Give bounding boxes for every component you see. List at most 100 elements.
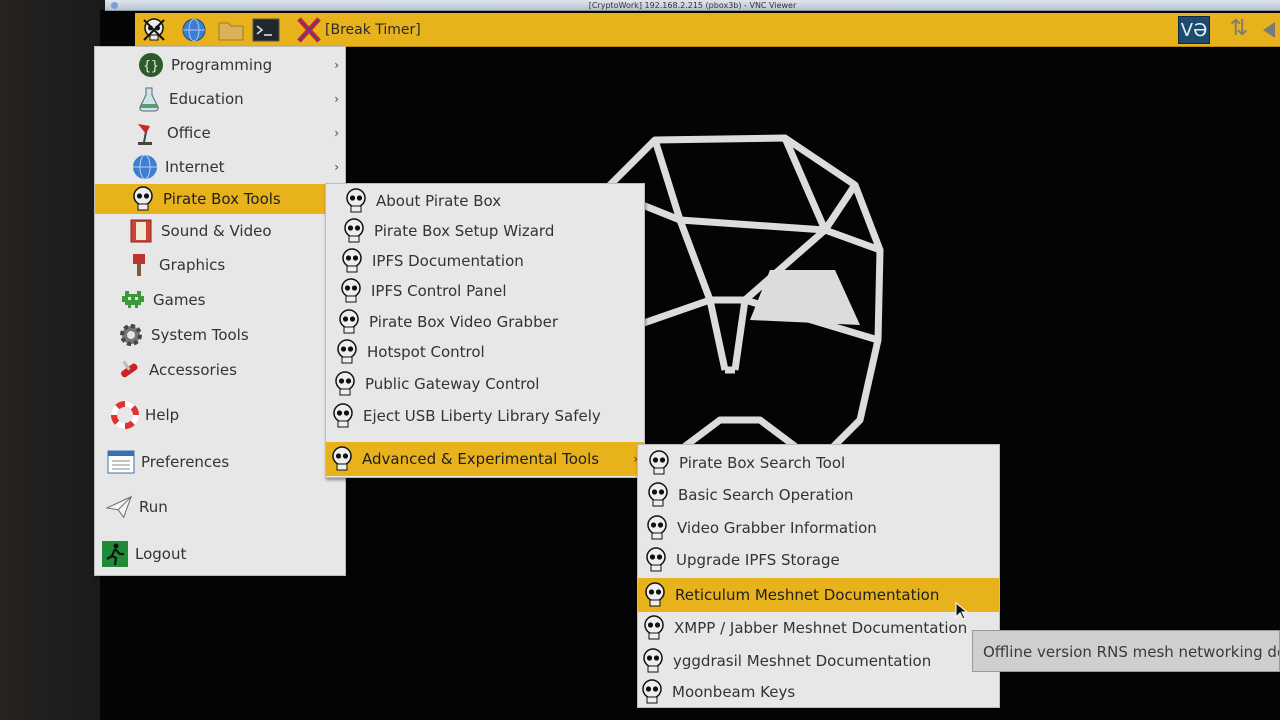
menu-item-label: Games xyxy=(153,291,206,309)
menu-item-label: Pirate Box Search Tool xyxy=(679,453,846,472)
skull-icon xyxy=(639,647,667,675)
skull-icon xyxy=(333,338,361,366)
menu-item-video-grabber[interactable]: Pirate Box Video Grabber xyxy=(326,307,644,337)
skull-icon xyxy=(641,581,669,609)
menu-item-moonbeam-keys[interactable]: Moonbeam Keys xyxy=(638,676,999,707)
chevron-right-icon: › xyxy=(334,126,339,140)
menu-item-run[interactable]: Run xyxy=(95,487,345,527)
taskbar: [Break Timer] VƏ ⇅ xyxy=(135,13,1280,47)
menu-item-logout[interactable]: Logout xyxy=(95,534,345,574)
network-sync-icon[interactable]: ⇅ xyxy=(1225,16,1253,44)
menu-item-label: Public Gateway Control xyxy=(365,375,540,393)
menu-item-label: Pirate Box Tools xyxy=(163,190,281,208)
menu-item-label: yggdrasil Meshnet Documentation xyxy=(673,651,932,670)
skull-icon xyxy=(335,308,363,336)
pirate-box-tools-menu: About Pirate Box Pirate Box Setup Wizard… xyxy=(325,183,645,478)
preferences-icon xyxy=(107,448,135,476)
film-icon xyxy=(127,217,155,245)
break-timer-x-icon[interactable] xyxy=(295,16,323,44)
globe-icon[interactable] xyxy=(180,16,208,44)
skull-icon xyxy=(342,187,370,215)
menu-item-upgrade-ipfs[interactable]: Upgrade IPFS Storage xyxy=(638,544,999,575)
menu-item-preferences[interactable]: Preferences› xyxy=(95,442,345,482)
chevron-right-icon: › xyxy=(334,160,339,174)
terminal-icon[interactable] xyxy=(252,16,280,44)
vnc-app-icon xyxy=(111,2,118,9)
break-timer-task[interactable]: [Break Timer] xyxy=(325,13,421,47)
menu-item-label: Office xyxy=(167,124,211,142)
menu-item-games[interactable]: Games› xyxy=(95,283,345,317)
menu-item-office[interactable]: Office › xyxy=(95,117,345,149)
programming-icon: {} xyxy=(137,51,165,79)
menu-item-label: Moonbeam Keys xyxy=(672,682,796,701)
skull-icon xyxy=(328,445,356,473)
menu-item-ipfs-documentation[interactable]: IPFS Documentation xyxy=(326,246,644,276)
menu-item-label: Programming xyxy=(171,56,273,74)
menu-item-label: Pirate Box Setup Wizard xyxy=(374,222,555,240)
volume-icon[interactable] xyxy=(1263,22,1275,38)
menu-item-label: Reticulum Meshnet Documentation xyxy=(675,586,940,604)
vnc-title-text: [CryptoWork] 192.168.2.215 (pbox3b) - VN… xyxy=(588,1,797,10)
menu-item-label: Help xyxy=(145,406,180,424)
vnc-title-bar: [CryptoWork] 192.168.2.215 (pbox3b) - VN… xyxy=(105,0,1280,11)
menu-item-setup-wizard[interactable]: Pirate Box Setup Wizard xyxy=(326,216,644,246)
skull-icon xyxy=(338,247,366,275)
menu-item-internet[interactable]: Internet › xyxy=(95,150,345,184)
menu-item-label: IPFS Control Panel xyxy=(371,282,507,300)
paintbrush-icon xyxy=(125,251,153,279)
menu-item-video-grabber-info[interactable]: Video Grabber Information xyxy=(638,512,999,543)
svg-text:{}: {} xyxy=(143,59,159,74)
menu-item-label: Education xyxy=(169,90,244,108)
globe-icon xyxy=(131,153,159,181)
menu-item-graphics[interactable]: Graphics› xyxy=(95,248,345,282)
menu-item-yggdrasil-docs[interactable]: yggdrasil Meshnet Documentation xyxy=(638,645,999,676)
skull-icon xyxy=(337,277,365,305)
menu-skull-icon[interactable] xyxy=(140,16,168,44)
menu-item-label: Sound & Video xyxy=(161,222,272,240)
paper-plane-icon xyxy=(105,493,133,521)
menu-item-xmpp-docs[interactable]: XMPP / Jabber Meshnet Documentation xyxy=(638,612,999,643)
menu-item-eject-usb[interactable]: Eject USB Liberty Library Safely xyxy=(326,401,644,431)
menu-item-label: System Tools xyxy=(151,326,249,344)
menu-item-label: Upgrade IPFS Storage xyxy=(676,550,840,569)
menu-item-basic-search[interactable]: Basic Search Operation xyxy=(638,479,999,510)
folder-icon[interactable] xyxy=(217,16,245,44)
lifebuoy-icon xyxy=(111,401,139,429)
menu-tooltip: Offline version RNS mesh networking do xyxy=(972,630,1280,672)
menu-item-sound-video[interactable]: Sound & Video› xyxy=(95,214,345,248)
menu-item-label: Video Grabber Information xyxy=(677,518,877,537)
menu-item-reticulum-docs[interactable]: Reticulum Meshnet Documentation xyxy=(638,578,999,612)
menu-item-label: Graphics xyxy=(159,256,226,274)
chevron-right-icon: › xyxy=(334,58,339,72)
alien-invader-icon xyxy=(119,286,147,314)
menu-item-system-tools[interactable]: System Tools› xyxy=(95,318,345,352)
menu-item-label: Basic Search Operation xyxy=(678,485,854,504)
menu-item-help[interactable]: Help› xyxy=(95,395,345,435)
menu-item-label: Advanced & Experimental Tools xyxy=(362,450,600,468)
menu-item-accessories[interactable]: Accessories› xyxy=(95,353,345,387)
skull-icon xyxy=(638,678,666,706)
vnc-tray-icon[interactable]: VƏ xyxy=(1178,16,1210,44)
menu-item-advanced-tools[interactable]: Advanced & Experimental Tools › xyxy=(326,442,644,476)
menu-item-label: Hotspot Control xyxy=(367,343,485,361)
menu-item-hotspot-control[interactable]: Hotspot Control xyxy=(326,337,644,367)
menu-item-search-tool[interactable]: Pirate Box Search Tool xyxy=(638,447,999,478)
menu-item-education[interactable]: Education › xyxy=(95,83,345,115)
office-lamp-icon xyxy=(133,119,161,147)
menu-item-about-pirate-box[interactable]: About Pirate Box xyxy=(326,186,644,216)
skull-icon xyxy=(640,614,668,642)
exit-icon xyxy=(101,540,129,568)
skull-icon xyxy=(329,402,357,430)
gear-icon xyxy=(117,321,145,349)
menu-item-label: Internet xyxy=(165,158,225,176)
skull-icon xyxy=(643,514,671,542)
mouse-cursor-icon xyxy=(955,602,967,620)
main-menu: {} Programming › Education › Office › Inter… xyxy=(94,46,346,576)
menu-item-public-gateway-control[interactable]: Public Gateway Control xyxy=(326,369,644,399)
menu-item-pirate-box-tools[interactable]: Pirate Box Tools› xyxy=(95,184,345,214)
menu-item-label: Accessories xyxy=(149,361,237,379)
skull-icon xyxy=(340,217,368,245)
menu-item-programming[interactable]: {} Programming › xyxy=(95,49,345,81)
menu-item-ipfs-control-panel[interactable]: IPFS Control Panel xyxy=(326,276,644,306)
pocket-knife-icon xyxy=(115,356,143,384)
